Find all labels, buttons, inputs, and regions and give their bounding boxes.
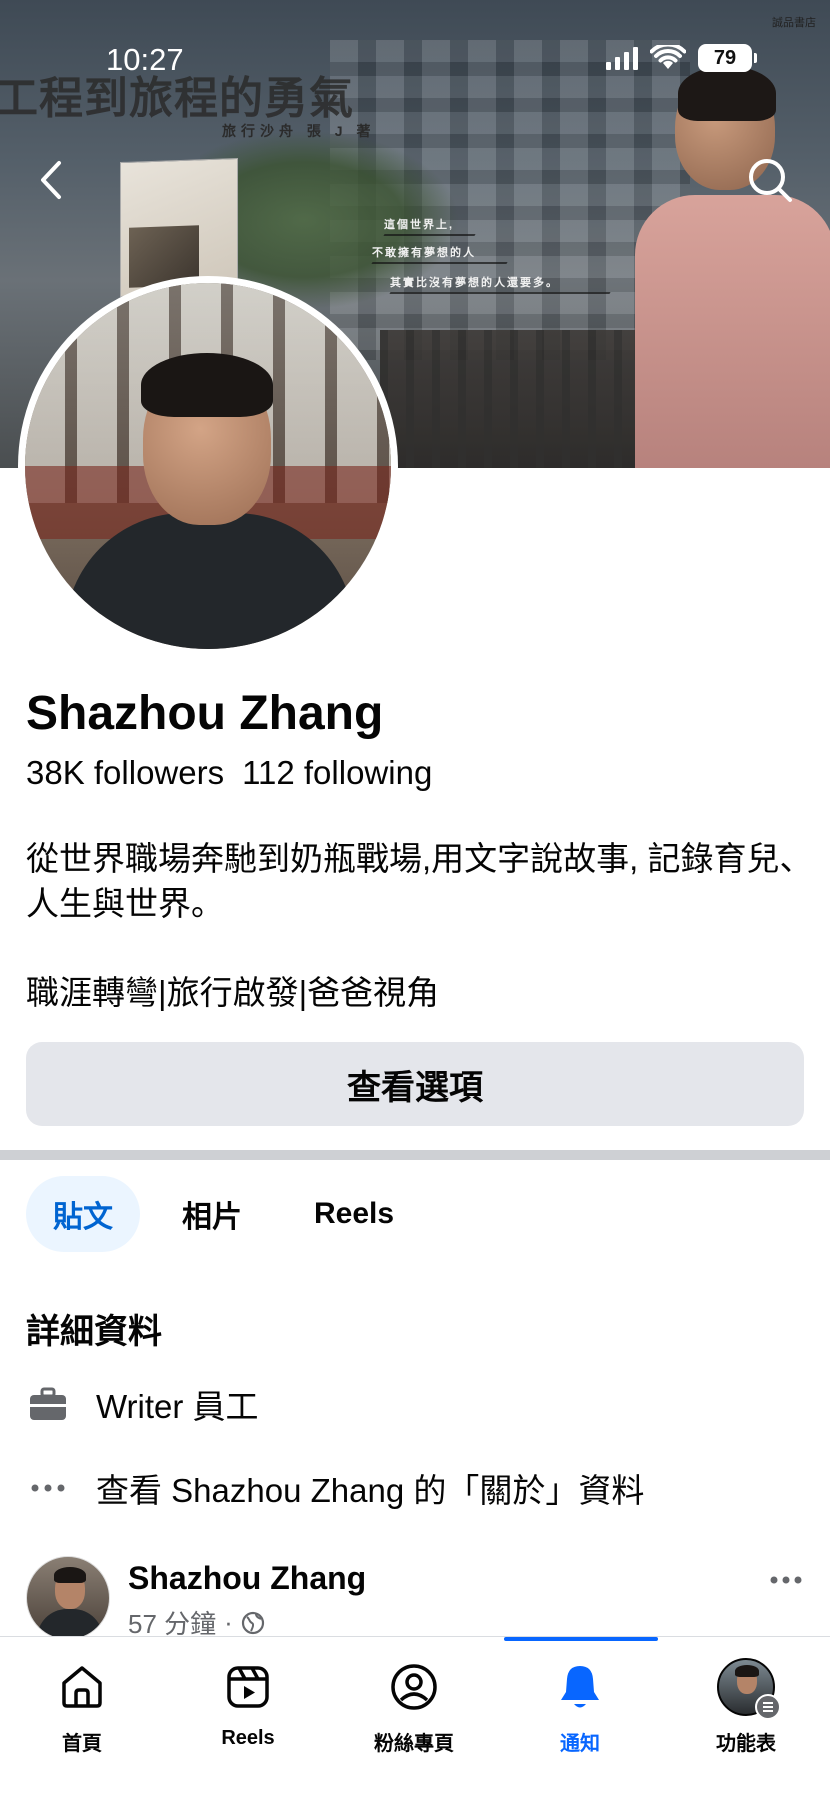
cover-corner-text: 誠品書店	[772, 17, 816, 29]
profile-stats: 38K followers 112 following	[26, 754, 432, 792]
status-time: 10:27	[106, 42, 184, 77]
tab-reels[interactable]: Reels	[304, 1176, 404, 1252]
search-button[interactable]	[740, 150, 800, 210]
detail-about-text: 查看 Shazhou Zhang 的「關於」資料	[96, 1472, 645, 1509]
fanpage-icon	[384, 1657, 444, 1717]
menu-avatar	[716, 1657, 781, 1720]
view-options-button[interactable]: 查看選項	[26, 1042, 804, 1126]
wifi-icon	[650, 45, 686, 69]
home-icon	[52, 1657, 112, 1717]
chevron-left-icon	[41, 161, 61, 199]
detail-work-text: Writer 員工	[96, 1388, 259, 1425]
post-author-name[interactable]: Shazhou Zhang	[128, 1560, 366, 1597]
detail-work: Writer 員工	[26, 1380, 259, 1428]
following-count[interactable]: 112 following	[242, 754, 432, 791]
profile-name: Shazhou Zhang	[26, 687, 384, 740]
bell-icon	[550, 1657, 610, 1717]
nav-notifications-label: 通知	[560, 1733, 600, 1755]
cellular-signal-icon	[606, 46, 638, 70]
menu-lines-icon	[755, 1694, 781, 1720]
post-more-button[interactable]	[762, 1560, 810, 1600]
active-tab-indicator	[504, 1637, 658, 1641]
section-divider	[0, 1150, 830, 1160]
back-button[interactable]	[20, 150, 80, 210]
profile-tags: 職涯轉彎|旅行啟發|爸爸視角	[26, 974, 440, 1011]
nav-notifications[interactable]: 通知	[520, 1657, 640, 1756]
search-icon	[749, 159, 792, 202]
cover-quote-line: 這個世界上,	[384, 216, 454, 236]
profile-photo	[25, 283, 391, 649]
nav-menu[interactable]: 功能表	[686, 1657, 806, 1756]
more-horizontal-icon	[26, 1466, 70, 1510]
details-heading: 詳細資料	[26, 1313, 162, 1351]
nav-fanpage[interactable]: 粉絲專頁	[354, 1657, 474, 1756]
cover-person	[620, 66, 830, 468]
globe-icon	[241, 1611, 264, 1634]
cover-quote-line: 不敢擁有夢想的人	[372, 244, 476, 264]
nav-menu-label: 功能表	[716, 1733, 776, 1755]
nav-home-label: 首頁	[62, 1733, 102, 1755]
cover-quote-line: 其實比沒有夢想的人還要多。	[390, 274, 559, 294]
reels-icon	[218, 1657, 278, 1717]
profile-bio: 從世界職場奔馳到奶瓶戰場,用文字說故事, 記錄育兒、人生與世界。	[26, 840, 813, 922]
battery-icon: 79	[698, 44, 757, 72]
detail-about-link[interactable]: 查看 Shazhou Zhang 的「關於」資料	[26, 1464, 644, 1512]
followers-count[interactable]: 38K followers	[26, 754, 224, 791]
cover-book-author: 旅行沙舟 張 J 著	[222, 123, 376, 139]
nav-reels[interactable]: Reels	[188, 1657, 308, 1750]
nav-fanpage-label: 粉絲專頁	[374, 1733, 454, 1755]
tab-posts[interactable]: 貼文	[26, 1176, 140, 1252]
post-author-avatar[interactable]	[26, 1556, 110, 1640]
status-icons: 79	[606, 44, 757, 72]
more-horizontal-icon	[770, 1576, 802, 1584]
nav-reels-label: Reels	[221, 1727, 275, 1749]
briefcase-icon	[26, 1382, 70, 1426]
nav-home[interactable]: 首頁	[22, 1657, 142, 1756]
profile-avatar[interactable]	[18, 276, 398, 656]
bottom-navigation: 首頁 Reels 粉絲專頁 通知 功能表	[0, 1636, 830, 1800]
tab-photos[interactable]: 相片	[172, 1176, 252, 1252]
meta-separator: ·	[224, 1607, 233, 1637]
